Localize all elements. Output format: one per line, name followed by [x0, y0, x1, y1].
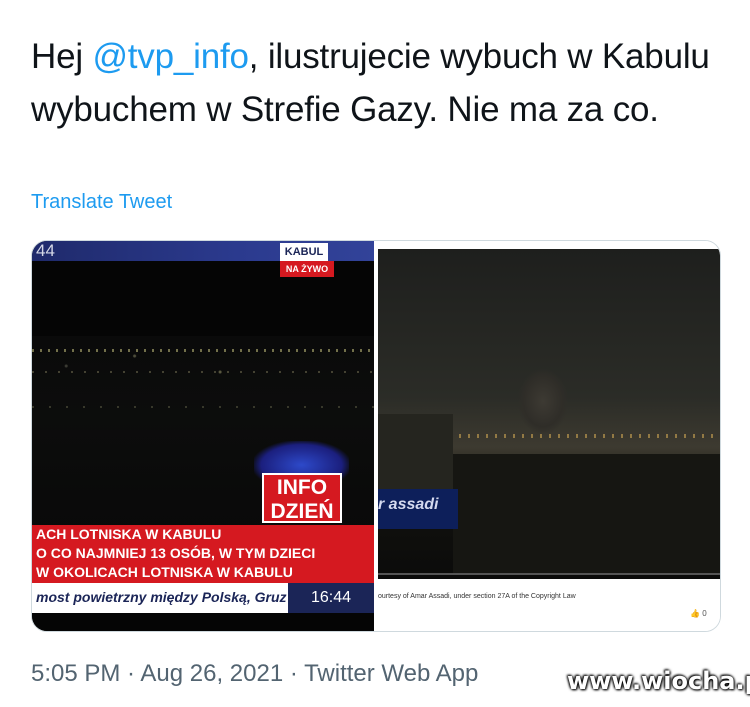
- smoke-plume: [518, 369, 568, 434]
- ticker-line: W OKOLICACH LOTNISKA W KABULU: [36, 564, 293, 580]
- logo-line-2: DZIEŃ: [270, 500, 334, 523]
- city-lights: [32, 371, 374, 373]
- tv-location-label: KABUL: [280, 243, 328, 261]
- translate-tweet-link[interactable]: Translate Tweet: [31, 191, 172, 214]
- night-explosion-scene: r assadi: [378, 249, 720, 579]
- site-watermark: www.wiocha.pl: [567, 667, 750, 695]
- like-count[interactable]: 👍 0: [690, 609, 707, 618]
- tv-screenshot-image[interactable]: 44 KABUL NA ŻYWO INFO DZIEŃ ACH LOTNISKA…: [32, 241, 374, 631]
- news-ticker: ACH LOTNISKA W KABULU O CO NAJMNIEJ 13 O…: [32, 525, 374, 583]
- city-lights: [32, 406, 374, 408]
- mention-link[interactable]: @tvp_info: [92, 37, 249, 76]
- bottom-ticker-text: most powietrzny między Polską, Gruz: [36, 589, 287, 605]
- thumbs-up-icon: 👍: [690, 609, 700, 618]
- media-attachment[interactable]: 44 KABUL NA ŻYWO INFO DZIEŃ ACH LOTNISKA…: [31, 240, 721, 632]
- logo-line-1: INFO: [276, 476, 328, 499]
- video-screenshot-image[interactable]: r assadi ourtesy of Amar Assadi, under s…: [378, 241, 720, 631]
- video-progress-track[interactable]: [378, 573, 720, 575]
- like-count-value: 0: [702, 609, 707, 618]
- tweet-meta: 5:05 PM · Aug 26, 2021 · Twitter Web App: [31, 660, 479, 687]
- tv-clock: 16:44: [288, 583, 374, 613]
- tweet-text-prefix: Hej: [31, 37, 93, 76]
- tv-top-clock: 44: [36, 241, 55, 260]
- tv-live-badge: NA ŻYWO: [280, 261, 334, 277]
- info-dzien-logo: INFO DZIEŃ: [262, 473, 342, 523]
- ground-silhouette: [453, 454, 720, 574]
- ticker-line: ACH LOTNISKA W KABULU: [36, 526, 222, 542]
- city-lights: [32, 349, 374, 352]
- ticker-line: O CO NAJMNIEJ 13 OSÓB, W TYM DZIECI: [36, 545, 316, 561]
- tv-bottom-strip: [32, 613, 374, 631]
- tweet-text: Hej @tvp_info, ilustrujecie wybuch w Kab…: [31, 30, 731, 136]
- assadi-watermark-text: r assadi: [378, 496, 439, 513]
- video-caption: ourtesy of Amar Assadi, under section 27…: [378, 593, 576, 600]
